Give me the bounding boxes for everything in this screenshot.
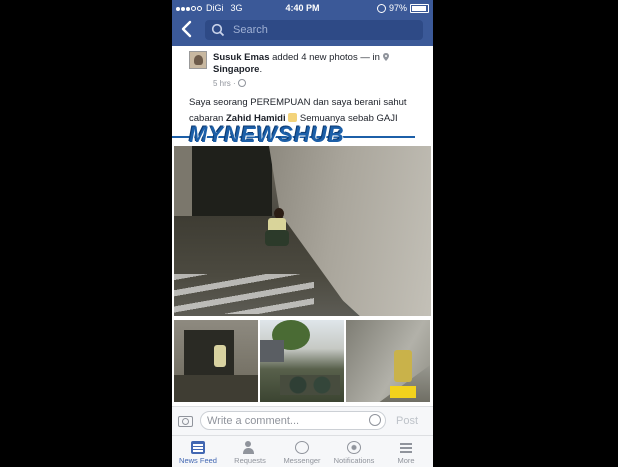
back-arrow-icon[interactable] xyxy=(180,20,194,38)
thumbs-up-emoji-icon xyxy=(288,113,298,122)
comment-input[interactable]: Write a comment... xyxy=(200,411,386,430)
tab-label: Notifications xyxy=(333,456,375,465)
photo-thumbnail-1[interactable] xyxy=(174,320,258,402)
post-time[interactable]: 5 hrs xyxy=(213,79,231,88)
location-pin-icon xyxy=(382,53,389,61)
tab-bar: News Feed Requests Messenger Notificatio… xyxy=(172,435,433,467)
tab-label: News Feed xyxy=(179,456,217,465)
search-input[interactable]: Search xyxy=(233,24,268,36)
camera-icon[interactable] xyxy=(178,416,193,427)
news-feed-icon xyxy=(191,441,205,454)
post-action: added 4 new photos — in xyxy=(269,52,383,63)
tab-more[interactable]: More xyxy=(380,436,432,467)
tab-label: Messenger xyxy=(283,456,321,465)
tab-messenger[interactable]: Messenger xyxy=(276,436,328,467)
watermark: MYNEWSHUB xyxy=(172,122,433,147)
post-header: Susuk Emas added 4 new photos — in Singa… xyxy=(213,52,423,76)
requests-icon xyxy=(243,441,257,454)
tab-notifications[interactable]: Notifications xyxy=(328,436,380,467)
battery-icon xyxy=(410,3,429,13)
watermark-text: MYNEWSHUB xyxy=(189,122,345,147)
person-figure xyxy=(264,208,294,246)
tab-label: Requests xyxy=(234,456,266,465)
location-link[interactable]: Singapore xyxy=(213,64,259,75)
avatar[interactable] xyxy=(189,51,207,69)
battery-percent: 97% xyxy=(388,3,407,13)
globe-icon xyxy=(237,79,246,87)
tab-news-feed[interactable]: News Feed xyxy=(172,436,224,467)
tab-requests[interactable]: Requests xyxy=(224,436,276,467)
emoji-icon[interactable] xyxy=(369,414,381,426)
tab-label: More xyxy=(397,456,415,465)
author-name[interactable]: Susuk Emas xyxy=(213,52,270,63)
messenger-icon xyxy=(295,441,309,454)
rotation-lock-icon xyxy=(376,3,386,13)
photo-main[interactable] xyxy=(174,146,431,316)
phone-screen: DiGi 3G 4:40 PM 97% Search Susuk Emas ad… xyxy=(172,0,433,467)
comment-placeholder: Write a comment... xyxy=(207,415,300,427)
comment-bar: Write a comment... Post xyxy=(172,406,433,435)
search-bar[interactable]: Search xyxy=(205,20,423,40)
notifications-icon xyxy=(347,441,361,454)
search-icon xyxy=(211,23,225,37)
status-bar: DiGi 3G 4:40 PM 97% xyxy=(172,0,433,16)
post-meta: 5 hrs · xyxy=(213,79,246,88)
post-button[interactable]: Post xyxy=(396,415,418,427)
photo-thumbnail-3[interactable] xyxy=(346,320,430,402)
more-icon xyxy=(399,441,413,454)
top-bar: DiGi 3G 4:40 PM 97% Search xyxy=(172,0,433,46)
photo-thumbnail-2[interactable] xyxy=(260,320,344,402)
